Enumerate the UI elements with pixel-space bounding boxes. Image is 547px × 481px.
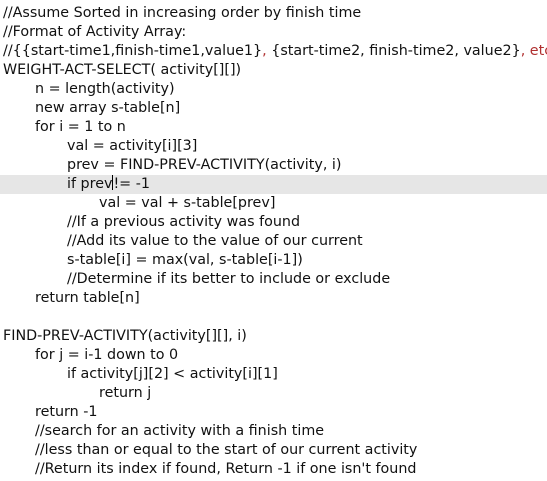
code-text: //{	[3, 43, 22, 59]
code-text: prev = FIND-PREV-ACTIVITY(activity, i)	[67, 157, 342, 173]
code-text: return table[n]	[35, 290, 140, 306]
code-line[interactable]: FIND-PREV-ACTIVITY(activity[][], i)	[0, 327, 547, 346]
code-line[interactable]: if activity[j][2] < activity[i][1]	[0, 365, 547, 384]
code-line[interactable]: //Add its value to the value of our curr…	[0, 232, 547, 251]
code-editor[interactable]: //Assume Sorted in increasing order by f…	[0, 0, 547, 481]
code-line[interactable]: //Return its index if found, Return -1 i…	[0, 460, 547, 479]
code-line[interactable]: //Assume Sorted in increasing order by f…	[0, 4, 547, 23]
code-text: for i = 1 to n	[35, 119, 126, 135]
code-text: WEIGHT-ACT-SELECT( activity[][])	[3, 62, 242, 78]
code-text: return -1	[35, 404, 98, 420]
code-text: //Assume Sorted in increasing order by f…	[3, 5, 362, 21]
code-line[interactable]: //{{start-time1,finish-time1,value1}, {s…	[0, 42, 547, 61]
code-text: //If a previous activity was found	[67, 214, 301, 230]
code-text: //less than or equal to the start of our…	[35, 442, 418, 458]
code-text: {start-time2, finish-time2, value2}	[271, 43, 521, 59]
code-line[interactable]: WEIGHT-ACT-SELECT( activity[][])	[0, 61, 547, 80]
code-text: //search for an activity with a finish t…	[35, 423, 325, 439]
code-text: val = val + s-table[prev]	[99, 195, 276, 211]
code-line[interactable]: n = length(activity)	[0, 80, 547, 99]
code-text: //Determine if its better to include or …	[67, 271, 391, 287]
code-line[interactable]: val = val + s-table[prev]	[0, 194, 547, 213]
code-text: new array s-table[n]	[35, 100, 181, 116]
code-line[interactable]: //search for an activity with a finish t…	[0, 422, 547, 441]
code-line[interactable]: s-table[i] = max(val, s-table[i-1])	[0, 251, 547, 270]
code-text: FIND-PREV-ACTIVITY(activity[][], i)	[3, 328, 247, 344]
code-line[interactable]: for j = i-1 down to 0	[0, 346, 547, 365]
code-line[interactable]: //Determine if its better to include or …	[0, 270, 547, 289]
code-text: ,	[262, 43, 272, 59]
code-line[interactable]: val = activity[i][3]	[0, 137, 547, 156]
code-line[interactable]: new array s-table[n]	[0, 99, 547, 118]
code-text: //Format of Activity Array:	[3, 24, 187, 40]
code-text: for j = i-1 down to 0	[35, 347, 179, 363]
code-line[interactable]: //Format of Activity Array:	[0, 23, 547, 42]
code-line[interactable]: return j	[0, 384, 547, 403]
code-line[interactable]	[0, 308, 547, 327]
code-text: n = length(activity)	[35, 81, 175, 97]
code-text: if prev	[67, 176, 113, 192]
code-text: //Return its index if found, Return -1 i…	[35, 461, 417, 477]
code-line[interactable]: for i = 1 to n	[0, 118, 547, 137]
code-line[interactable]: return -1	[0, 403, 547, 422]
code-line[interactable]: prev = FIND-PREV-ACTIVITY(activity, i)	[0, 156, 547, 175]
code-text: , etc}	[520, 43, 547, 59]
code-text: val = activity[i][3]	[67, 138, 198, 154]
code-text: return j	[99, 385, 152, 401]
code-line[interactable]: //less than or equal to the start of our…	[0, 441, 547, 460]
code-line[interactable]: return table[n]	[0, 289, 547, 308]
code-line-current[interactable]: if prev!= -1	[0, 175, 547, 194]
code-line[interactable]: //If a previous activity was found	[0, 213, 547, 232]
code-text: s-table[i] = max(val, s-table[i-1])	[67, 252, 303, 268]
code-text: //Add its value to the value of our curr…	[67, 233, 363, 249]
code-text: {start-time1,finish-time1,value1}	[21, 43, 263, 59]
code-text: if activity[j][2] < activity[i][1]	[67, 366, 278, 382]
code-text: != -1	[113, 176, 150, 192]
